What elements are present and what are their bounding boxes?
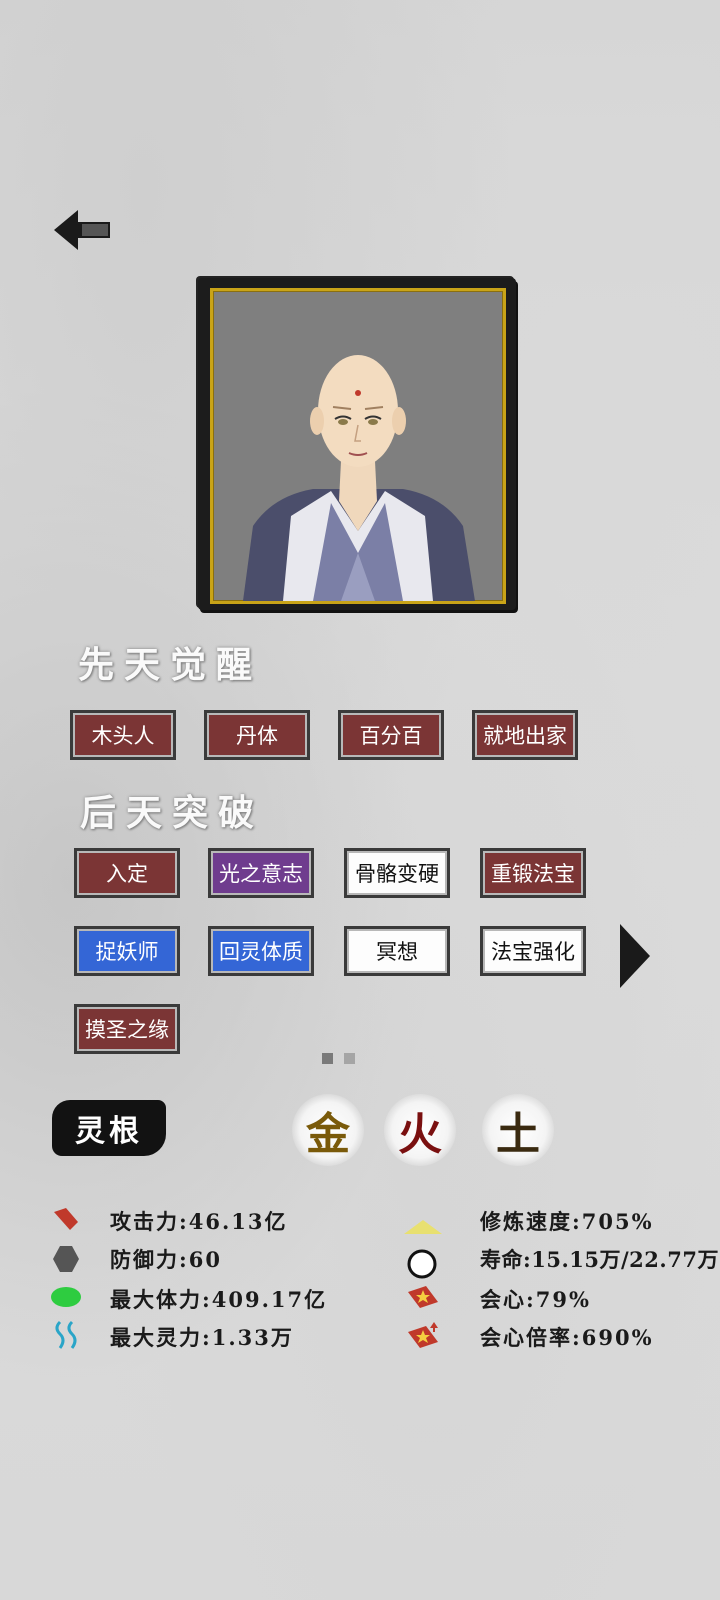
stat-lifespan: 寿命:15.15万/22.77万: [480, 1247, 719, 1272]
arrow-left-icon[interactable]: [52, 208, 112, 252]
element-metal-char: 金: [306, 1109, 350, 1160]
triangle-right-icon[interactable]: [620, 924, 650, 988]
innate-tag-2[interactable]: 丹体: [204, 710, 310, 760]
stat-critical: 会心:79%: [480, 1287, 591, 1312]
element-fire-char: 火: [398, 1109, 442, 1160]
stat-max-mana: 最大灵力:1.33万: [110, 1325, 294, 1350]
acquired-tag-1[interactable]: 入定: [74, 848, 180, 898]
health-icon: [51, 1287, 81, 1307]
element-earth: 土: [482, 1094, 554, 1166]
stat-attack: 攻击力:46.13亿: [110, 1209, 288, 1234]
stat-defense: 防御力:60: [110, 1247, 222, 1272]
innate-tag-4[interactable]: 就地出家: [472, 710, 578, 760]
critical-multiplier-icon: [408, 1322, 438, 1348]
innate-section-title: 先天觉醒: [78, 644, 263, 686]
spirit-root-label: 灵根: [52, 1100, 166, 1156]
element-fire: 火: [384, 1094, 456, 1166]
cultivation-speed-icon: [404, 1220, 442, 1234]
element-earth-char: 土: [496, 1109, 540, 1160]
stat-cultivation-speed: 修炼速度:705%: [480, 1209, 654, 1234]
acquired-tag-6[interactable]: 回灵体质: [208, 926, 314, 976]
page-indicator-2[interactable]: [344, 1053, 355, 1064]
element-metal: 金: [292, 1094, 364, 1166]
acquired-tag-8[interactable]: 法宝强化: [480, 926, 586, 976]
acquired-tag-4[interactable]: 重锻法宝: [480, 848, 586, 898]
attack-icon: [54, 1208, 78, 1230]
innate-tag-3[interactable]: 百分百: [338, 710, 444, 760]
page-indicator-1[interactable]: [322, 1053, 333, 1064]
innate-tag-1[interactable]: 木头人: [70, 710, 176, 760]
acquired-tag-5[interactable]: 捉妖师: [74, 926, 180, 976]
acquired-tag-3[interactable]: 骨骼变硬: [344, 848, 450, 898]
defense-icon: [53, 1246, 79, 1272]
critical-icon: [408, 1286, 438, 1308]
lifespan-icon: [407, 1249, 437, 1279]
stat-critical-multiplier: 会心倍率:690%: [480, 1325, 654, 1350]
portrait-frame: [198, 278, 516, 610]
acquired-tag-9[interactable]: 摸圣之缘: [74, 1004, 180, 1054]
acquired-tag-7[interactable]: 冥想: [344, 926, 450, 976]
mana-icon: [55, 1320, 77, 1349]
acquired-tag-2[interactable]: 光之意志: [208, 848, 314, 898]
character-portrait: [210, 288, 506, 604]
acquired-section-title: 后天突破: [80, 792, 265, 834]
character-figure: [243, 355, 475, 601]
stat-max-health: 最大体力:409.17亿: [110, 1287, 328, 1312]
